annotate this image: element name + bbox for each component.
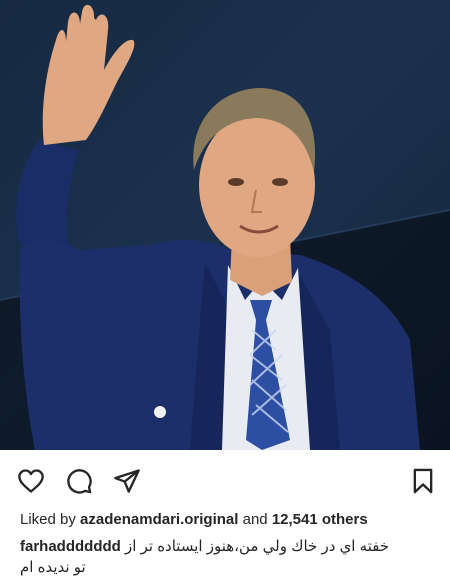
liked-by-user-link[interactable]: azadenamdari.original <box>80 511 238 528</box>
heart-icon <box>18 469 44 493</box>
instagram-post: Liked by azadenamdari.original and 12,54… <box>0 0 450 584</box>
share-button[interactable] <box>112 466 142 496</box>
likes-prefix: Liked by <box>20 511 76 528</box>
post-photo[interactable] <box>0 0 450 450</box>
caption-text-line2: تو نديده ام <box>20 559 86 576</box>
caption-username-link[interactable]: farhaddddddd <box>20 538 121 555</box>
send-icon <box>114 469 140 493</box>
caption: farhaddddddd خفته اي در خاك ولي من،هنوز … <box>20 537 440 557</box>
caption-text-line1: خفته اي در خاك ولي من،هنوز ايستاده تر از <box>125 538 390 555</box>
likes-summary: Liked by azadenamdari.original and 12,54… <box>20 510 440 530</box>
post-actions-bar <box>0 458 450 504</box>
photo-illustration <box>0 0 450 450</box>
save-button[interactable] <box>408 466 438 496</box>
likes-and: and <box>242 511 268 528</box>
likes-count-link[interactable]: 12,541 others <box>272 511 368 528</box>
comment-button[interactable] <box>64 466 94 496</box>
comment-icon <box>67 469 92 494</box>
bookmark-icon <box>413 468 433 494</box>
like-button[interactable] <box>16 466 46 496</box>
